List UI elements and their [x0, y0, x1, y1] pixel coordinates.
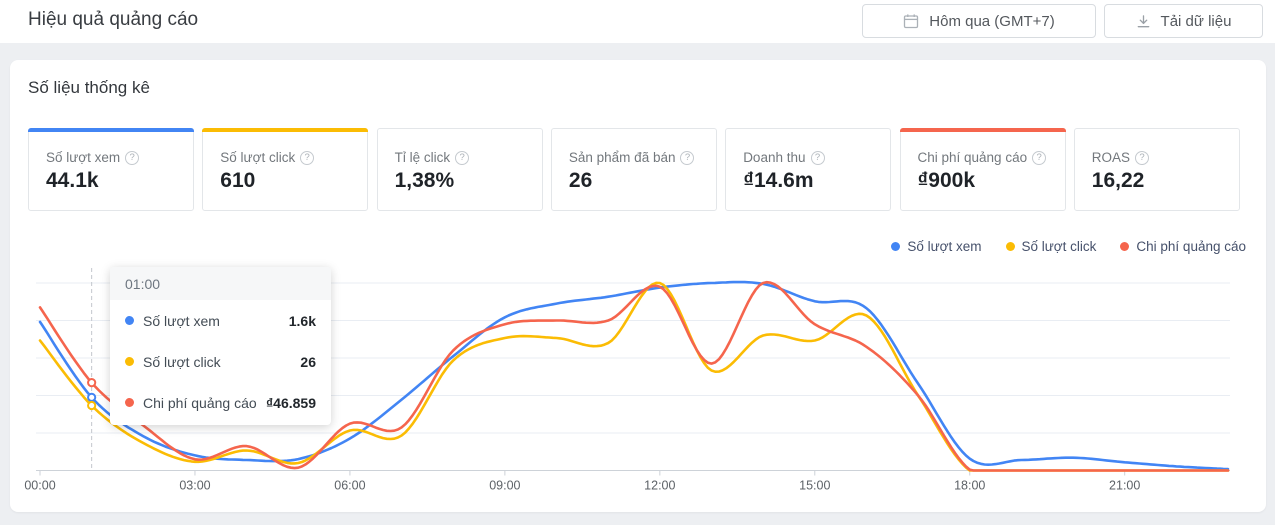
date-range-button[interactable]: Hôm qua (GMT+7)	[862, 4, 1096, 38]
metric-card[interactable]: Doanh thu? ₫14.6m	[725, 128, 891, 211]
tooltip-series-dot	[125, 398, 134, 407]
tooltip-row: Chi phí quảng cáo ₫46.859	[110, 382, 331, 423]
metric-card-label-text: Tỉ lệ click	[395, 150, 451, 165]
metric-card-value: 1,38%	[395, 169, 455, 193]
metric-card[interactable]: Sản phẩm đã bán? 26	[551, 128, 717, 211]
hover-marker	[88, 394, 95, 401]
legend-label: Số lượt click	[1022, 239, 1097, 254]
legend-label: Số lượt xem	[907, 239, 981, 254]
metric-card-value: 44.1k	[46, 169, 99, 193]
tooltip-series-value: 1.6k	[289, 313, 316, 329]
chart-legend: Số lượt xem Số lượt click Chi phí quảng cá…	[891, 238, 1246, 254]
help-icon[interactable]: ?	[455, 151, 469, 165]
metric-card-value: ₫900k	[918, 169, 976, 193]
date-range-label: Hôm qua (GMT+7)	[929, 13, 1054, 30]
statistics-panel: Số liệu thống kê Số lượt xem?44.1kSố lượ…	[10, 60, 1266, 512]
chart-x-label: 09:00	[489, 479, 520, 493]
metric-card-label: Số lượt xem?	[46, 150, 139, 165]
metric-card-label: Doanh thu?	[743, 150, 824, 165]
hover-marker	[88, 379, 95, 386]
metric-card-label: ROAS?	[1092, 150, 1149, 165]
metric-card-label-text: Số lượt click	[220, 150, 295, 165]
legend-dot	[891, 242, 900, 251]
metric-card[interactable]: ROAS? 16,22	[1074, 128, 1240, 211]
chart-tooltip: 01:00 Số lượt xem 1.6k Số lượt click 26 Chi …	[110, 267, 331, 425]
metric-card-label-text: Chi phí quảng cáo	[918, 150, 1028, 165]
help-icon[interactable]: ?	[680, 151, 694, 165]
tooltip-series-label: Số lượt xem	[143, 313, 280, 329]
metric-card[interactable]: Số lượt click? 610	[202, 128, 368, 211]
download-icon	[1136, 14, 1151, 29]
metric-card-value: 26	[569, 169, 592, 193]
metric-card[interactable]: Số lượt xem? 44.1k	[28, 128, 194, 211]
metric-card-label: Tỉ lệ click?	[395, 150, 470, 165]
tooltip-time: 01:00	[110, 267, 331, 300]
chart-x-label: 12:00	[644, 479, 675, 493]
download-label: Tải dữ liệu	[1161, 13, 1232, 30]
metric-card-label: Số lượt click?	[220, 150, 314, 165]
tooltip-series-label: Số lượt click	[143, 354, 291, 370]
tooltip-series-value: ₫46.859	[266, 395, 316, 411]
page-header: Hiệu quả quảng cáo Hôm qua (GMT+7) Tải d…	[0, 0, 1275, 43]
help-icon[interactable]: ?	[125, 151, 139, 165]
help-icon[interactable]: ?	[300, 151, 314, 165]
metric-card-value: 16,22	[1092, 169, 1145, 193]
metric-card-label: Sản phẩm đã bán?	[569, 150, 695, 165]
help-icon[interactable]: ?	[1135, 151, 1149, 165]
legend-item[interactable]: Chi phí quảng cáo	[1120, 239, 1246, 254]
metric-card-value: 610	[220, 169, 255, 193]
legend-item[interactable]: Số lượt xem	[891, 239, 981, 254]
tooltip-row: Số lượt click 26	[110, 341, 331, 382]
hover-marker	[88, 402, 95, 409]
download-button[interactable]: Tải dữ liệu	[1104, 4, 1263, 38]
chart-x-label: 06:00	[334, 479, 365, 493]
chart-x-label: 21:00	[1109, 479, 1140, 493]
tooltip-series-dot	[125, 316, 134, 325]
metric-card-label: Chi phí quảng cáo?	[918, 150, 1047, 165]
chart-x-label: 00:00	[24, 479, 55, 493]
legend-dot	[1120, 242, 1129, 251]
metric-card-label-text: Sản phẩm đã bán	[569, 150, 676, 165]
chart-x-label: 15:00	[799, 479, 830, 493]
tooltip-row: Số lượt xem 1.6k	[110, 300, 331, 341]
tooltip-series-dot	[125, 357, 134, 366]
metric-card-accent	[900, 128, 1066, 132]
tooltip-series-label: Chi phí quảng cáo	[143, 395, 257, 411]
legend-item[interactable]: Số lượt click	[1006, 239, 1097, 254]
metric-card[interactable]: Tỉ lệ click?1,38%	[377, 128, 543, 211]
metric-card-accent	[28, 128, 194, 132]
metric-card-label-text: ROAS	[1092, 150, 1130, 165]
metric-card-value: ₫14.6m	[743, 169, 813, 193]
legend-label: Chi phí quảng cáo	[1136, 239, 1246, 254]
metric-card-label-text: Doanh thu	[743, 150, 805, 165]
help-icon[interactable]: ?	[811, 151, 825, 165]
tooltip-series-value: 26	[300, 354, 316, 370]
help-icon[interactable]: ?	[1032, 151, 1046, 165]
chart-x-label: 03:00	[179, 479, 210, 493]
calendar-icon	[903, 13, 919, 29]
page-title: Hiệu quả quảng cáo	[28, 9, 198, 31]
legend-dot	[1006, 242, 1015, 251]
chart-x-label: 18:00	[954, 479, 985, 493]
metric-card-label-text: Số lượt xem	[46, 150, 120, 165]
metric-card[interactable]: Chi phí quảng cáo? ₫900k	[900, 128, 1066, 211]
metric-card-accent	[202, 128, 368, 132]
stats-section-title: Số liệu thống kê	[28, 78, 150, 98]
